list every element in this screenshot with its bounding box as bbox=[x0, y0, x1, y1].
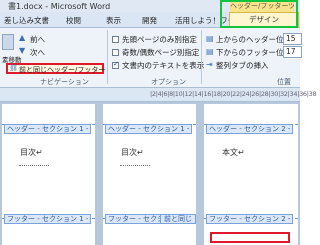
tab-view[interactable]: 表示 bbox=[106, 15, 121, 26]
header-position-value: 15 bbox=[286, 34, 296, 43]
checkmark-icon: ✓ bbox=[113, 60, 119, 68]
first-page-diff-label: 先頭ページのみ別指定 bbox=[122, 35, 197, 44]
link-chain-icon: ⛓ bbox=[9, 64, 18, 72]
page-2-body-text: 目次↵ bbox=[121, 148, 144, 157]
insert-alignment-tab-button[interactable]: 整列タブの挿入 bbox=[216, 60, 269, 71]
link-to-previous-label: 前と同じヘッダー/フッター bbox=[19, 66, 106, 74]
group-label-navigation: ナビゲーション bbox=[40, 78, 89, 86]
next-arrow-icon: ▼ bbox=[19, 46, 26, 55]
header-tag-page-1: ヘッダー - セクション 1 - bbox=[4, 124, 92, 134]
page-3-body-text: 本文↵ bbox=[222, 148, 245, 157]
ruler-scale: |2|4|6|8|10|12|14|16|18|20|22|24|26|28|3… bbox=[150, 90, 317, 98]
group-divider bbox=[201, 30, 202, 84]
footer-position-input[interactable]: 17 bbox=[283, 46, 302, 58]
align-tab-icon: ⇥ bbox=[206, 60, 213, 69]
toc-line bbox=[120, 165, 150, 166]
odd-even-diff-label: 奇数/偶数ページ別指定 bbox=[122, 48, 200, 57]
footer-edit-highlight[interactable] bbox=[210, 232, 290, 243]
tab-developer[interactable]: 開発 bbox=[142, 15, 157, 26]
tab-review[interactable]: 校閲 bbox=[66, 15, 81, 26]
odd-even-diff-checkbox[interactable] bbox=[112, 49, 119, 56]
highlight-context-tab bbox=[220, 0, 298, 28]
goto-icon[interactable] bbox=[2, 34, 14, 50]
footer-position-label: 下からのフッター位置: bbox=[216, 48, 294, 57]
header-position-label: 上からのヘッダー位置: bbox=[216, 35, 294, 44]
group-divider bbox=[107, 30, 108, 84]
show-document-text-label: 文書内のテキストを表示 bbox=[122, 61, 205, 70]
same-as-previous-tag: 前と同じ bbox=[160, 214, 196, 224]
header-tag-page-3: ヘッダー - セクション 2 - bbox=[206, 124, 294, 134]
window-title: 書1.docx - Microsoft Word bbox=[8, 2, 111, 11]
footer-position-icon: ▤ bbox=[206, 47, 214, 56]
header-position-icon: ▤ bbox=[206, 34, 214, 43]
toc-line bbox=[19, 165, 49, 166]
header-position-input[interactable]: 15 bbox=[283, 33, 302, 45]
footer-tag-page-1: フッター - セクション 1 - bbox=[4, 214, 92, 224]
previous-button[interactable]: 前へ bbox=[30, 34, 45, 45]
footer-position-value: 17 bbox=[286, 47, 296, 56]
next-button[interactable]: 次へ bbox=[30, 47, 45, 58]
link-to-previous-button[interactable]: ⛓ 前と同じヘッダー/フッター bbox=[6, 63, 106, 74]
footer-tag-page-3: フッター - セクション 2 - bbox=[206, 214, 294, 224]
group-label-options: オプション bbox=[151, 78, 186, 86]
page-1-body-text: 目次↵ bbox=[20, 148, 43, 157]
show-document-text-checkbox[interactable]: ✓ bbox=[112, 60, 119, 69]
ruler: |2|4|6|8|10|12|14|16|18|20|22|24|26|28|3… bbox=[0, 88, 317, 102]
header-tag-page-2: ヘッダー - セクション 1 - bbox=[105, 124, 193, 134]
first-page-diff-checkbox[interactable] bbox=[112, 36, 119, 43]
tab-mailings[interactable]: 差し込み文書 bbox=[4, 15, 49, 26]
group-label-position: 位置 bbox=[277, 78, 291, 86]
previous-arrow-icon: ▲ bbox=[19, 33, 26, 42]
